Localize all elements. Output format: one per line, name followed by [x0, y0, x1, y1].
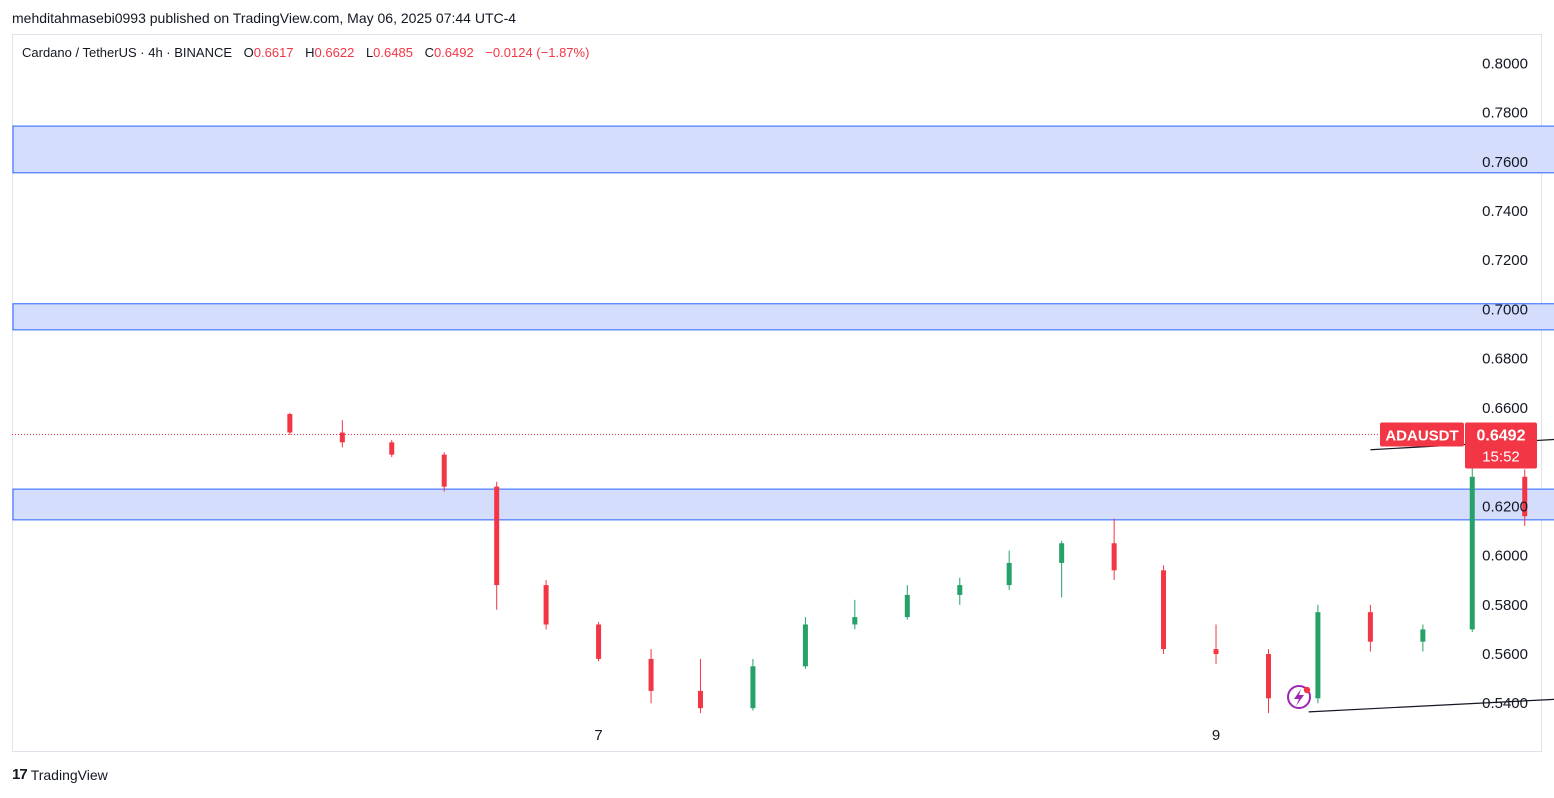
price-tick-label: 0.7200	[1482, 252, 1528, 269]
candlestick-chart[interactable]: 0.75000.70310.639 0.80000.78000.76000.74…	[0, 0, 1554, 798]
price-tick-label: 0.8000	[1482, 55, 1528, 72]
price-tick-label: 0.7800	[1482, 105, 1528, 122]
lightning-icon[interactable]	[1287, 685, 1311, 709]
legend-open-value: 0.6617	[253, 45, 294, 60]
candle-body	[904, 594, 910, 618]
countdown-label: 15:52	[1482, 448, 1520, 465]
zone-rect[interactable]	[12, 303, 1554, 331]
candle-body	[1420, 629, 1426, 642]
tradingview-logo-icon: 17	[12, 766, 28, 783]
candle-body	[1006, 562, 1012, 586]
price-tick-label: 0.6600	[1482, 400, 1528, 417]
ohlc-legend: Cardano / TetherUS · 4h · BINANCE O0.661…	[22, 45, 589, 60]
legend-low-value: 0.6485	[373, 45, 413, 60]
candle-body	[596, 624, 602, 659]
candles	[287, 412, 1528, 714]
candle-body	[1266, 654, 1272, 699]
candle-body	[852, 617, 858, 625]
price-tick-label: 0.7000	[1482, 301, 1528, 318]
candle-body	[697, 690, 703, 709]
candle-body	[1059, 543, 1065, 563]
tradingview-logo[interactable]: 17 TradingView	[12, 766, 108, 783]
price-axis: 0.8000 0.7800 0.7600 0.7400 0.7200 0.7000 0.68…	[1482, 55, 1528, 712]
legend-open-label: O	[243, 45, 254, 60]
legend-high-label: H	[305, 45, 315, 60]
candle-body	[441, 454, 447, 487]
price-tick-label: 0.6000	[1482, 548, 1528, 565]
legend-symbol: Cardano / TetherUS · 4h · BINANCE	[22, 45, 233, 60]
candle-body	[1213, 649, 1219, 655]
price-tick-label: 0.5600	[1482, 646, 1528, 663]
price-tick-label: 0.7600	[1482, 154, 1528, 171]
candle-body	[1367, 612, 1373, 642]
candle-body	[494, 486, 500, 586]
support-resistance-zones	[12, 125, 1554, 521]
price-tick-label: 0.5400	[1482, 695, 1528, 712]
legend-close-value: 0.6492	[433, 45, 474, 60]
time-tick-label: 7	[594, 727, 602, 744]
candle-body	[802, 624, 808, 667]
candle-body	[287, 414, 293, 433]
candle-body	[1469, 476, 1475, 630]
legend-high-value: 0.6622	[314, 45, 355, 60]
legend-change: −0.0124 (−1.87%)	[485, 45, 590, 60]
time-axis: 791113151723252729May3579	[594, 727, 1220, 744]
candle-body	[1315, 612, 1321, 699]
last-price-label: 0.6492	[1477, 427, 1526, 444]
candle-body	[389, 442, 395, 455]
time-tick-label: 9	[1212, 727, 1220, 744]
candle-body	[1111, 543, 1117, 571]
candle-body	[543, 585, 549, 625]
legend-close-label: C	[424, 45, 434, 60]
candle-body	[648, 658, 654, 691]
symbol-tag-label: ADAUSDT	[1385, 427, 1458, 444]
price-tick-label: 0.5800	[1482, 597, 1528, 614]
price-tick-label: 0.6800	[1482, 351, 1528, 368]
tradingview-brand: TradingView	[30, 766, 108, 783]
price-tick-label: 0.6200	[1482, 498, 1528, 515]
zone-rect[interactable]	[12, 488, 1554, 521]
zone-rect[interactable]	[12, 125, 1554, 174]
candle-body	[339, 432, 345, 443]
candle-body	[750, 666, 756, 709]
price-tick-label: 0.7400	[1482, 203, 1528, 220]
candle-body	[957, 585, 963, 595]
candle-body	[1161, 570, 1167, 650]
